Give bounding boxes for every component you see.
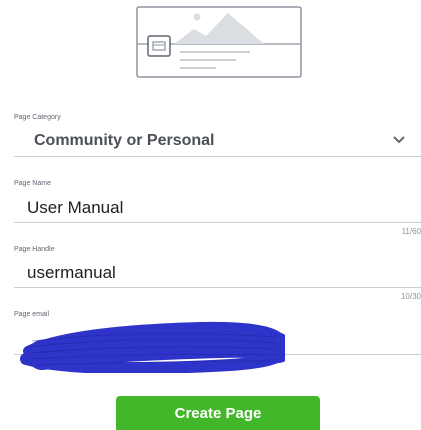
page-name-input[interactable]: User Manual	[14, 192, 421, 222]
page-name-underline	[14, 222, 421, 223]
page-category-underline	[14, 156, 421, 157]
page-handle-value: usermanual	[27, 263, 116, 282]
chevron-down-icon[interactable]	[391, 132, 407, 148]
page-handle-underline	[14, 287, 421, 288]
page-name-label: Page Name	[14, 180, 51, 187]
page-name-value: User Manual	[27, 198, 124, 217]
page-category-label: Page Category	[14, 114, 61, 121]
page-email-label: Page email	[14, 311, 50, 318]
page-handle-counter: 10/30	[400, 292, 421, 301]
page-preview-illustration-icon	[136, 6, 302, 78]
page-name-counter: 11/60	[401, 227, 421, 236]
create-page-button[interactable]: Create Page	[116, 396, 320, 430]
page-handle-label: Page Handle	[14, 246, 55, 253]
page-category-select[interactable]: Community or Personal	[14, 124, 421, 156]
page-handle-input[interactable]: usermanual	[14, 257, 421, 287]
page-category-value: Community or Personal	[34, 132, 215, 149]
scribble-redaction	[20, 321, 285, 373]
